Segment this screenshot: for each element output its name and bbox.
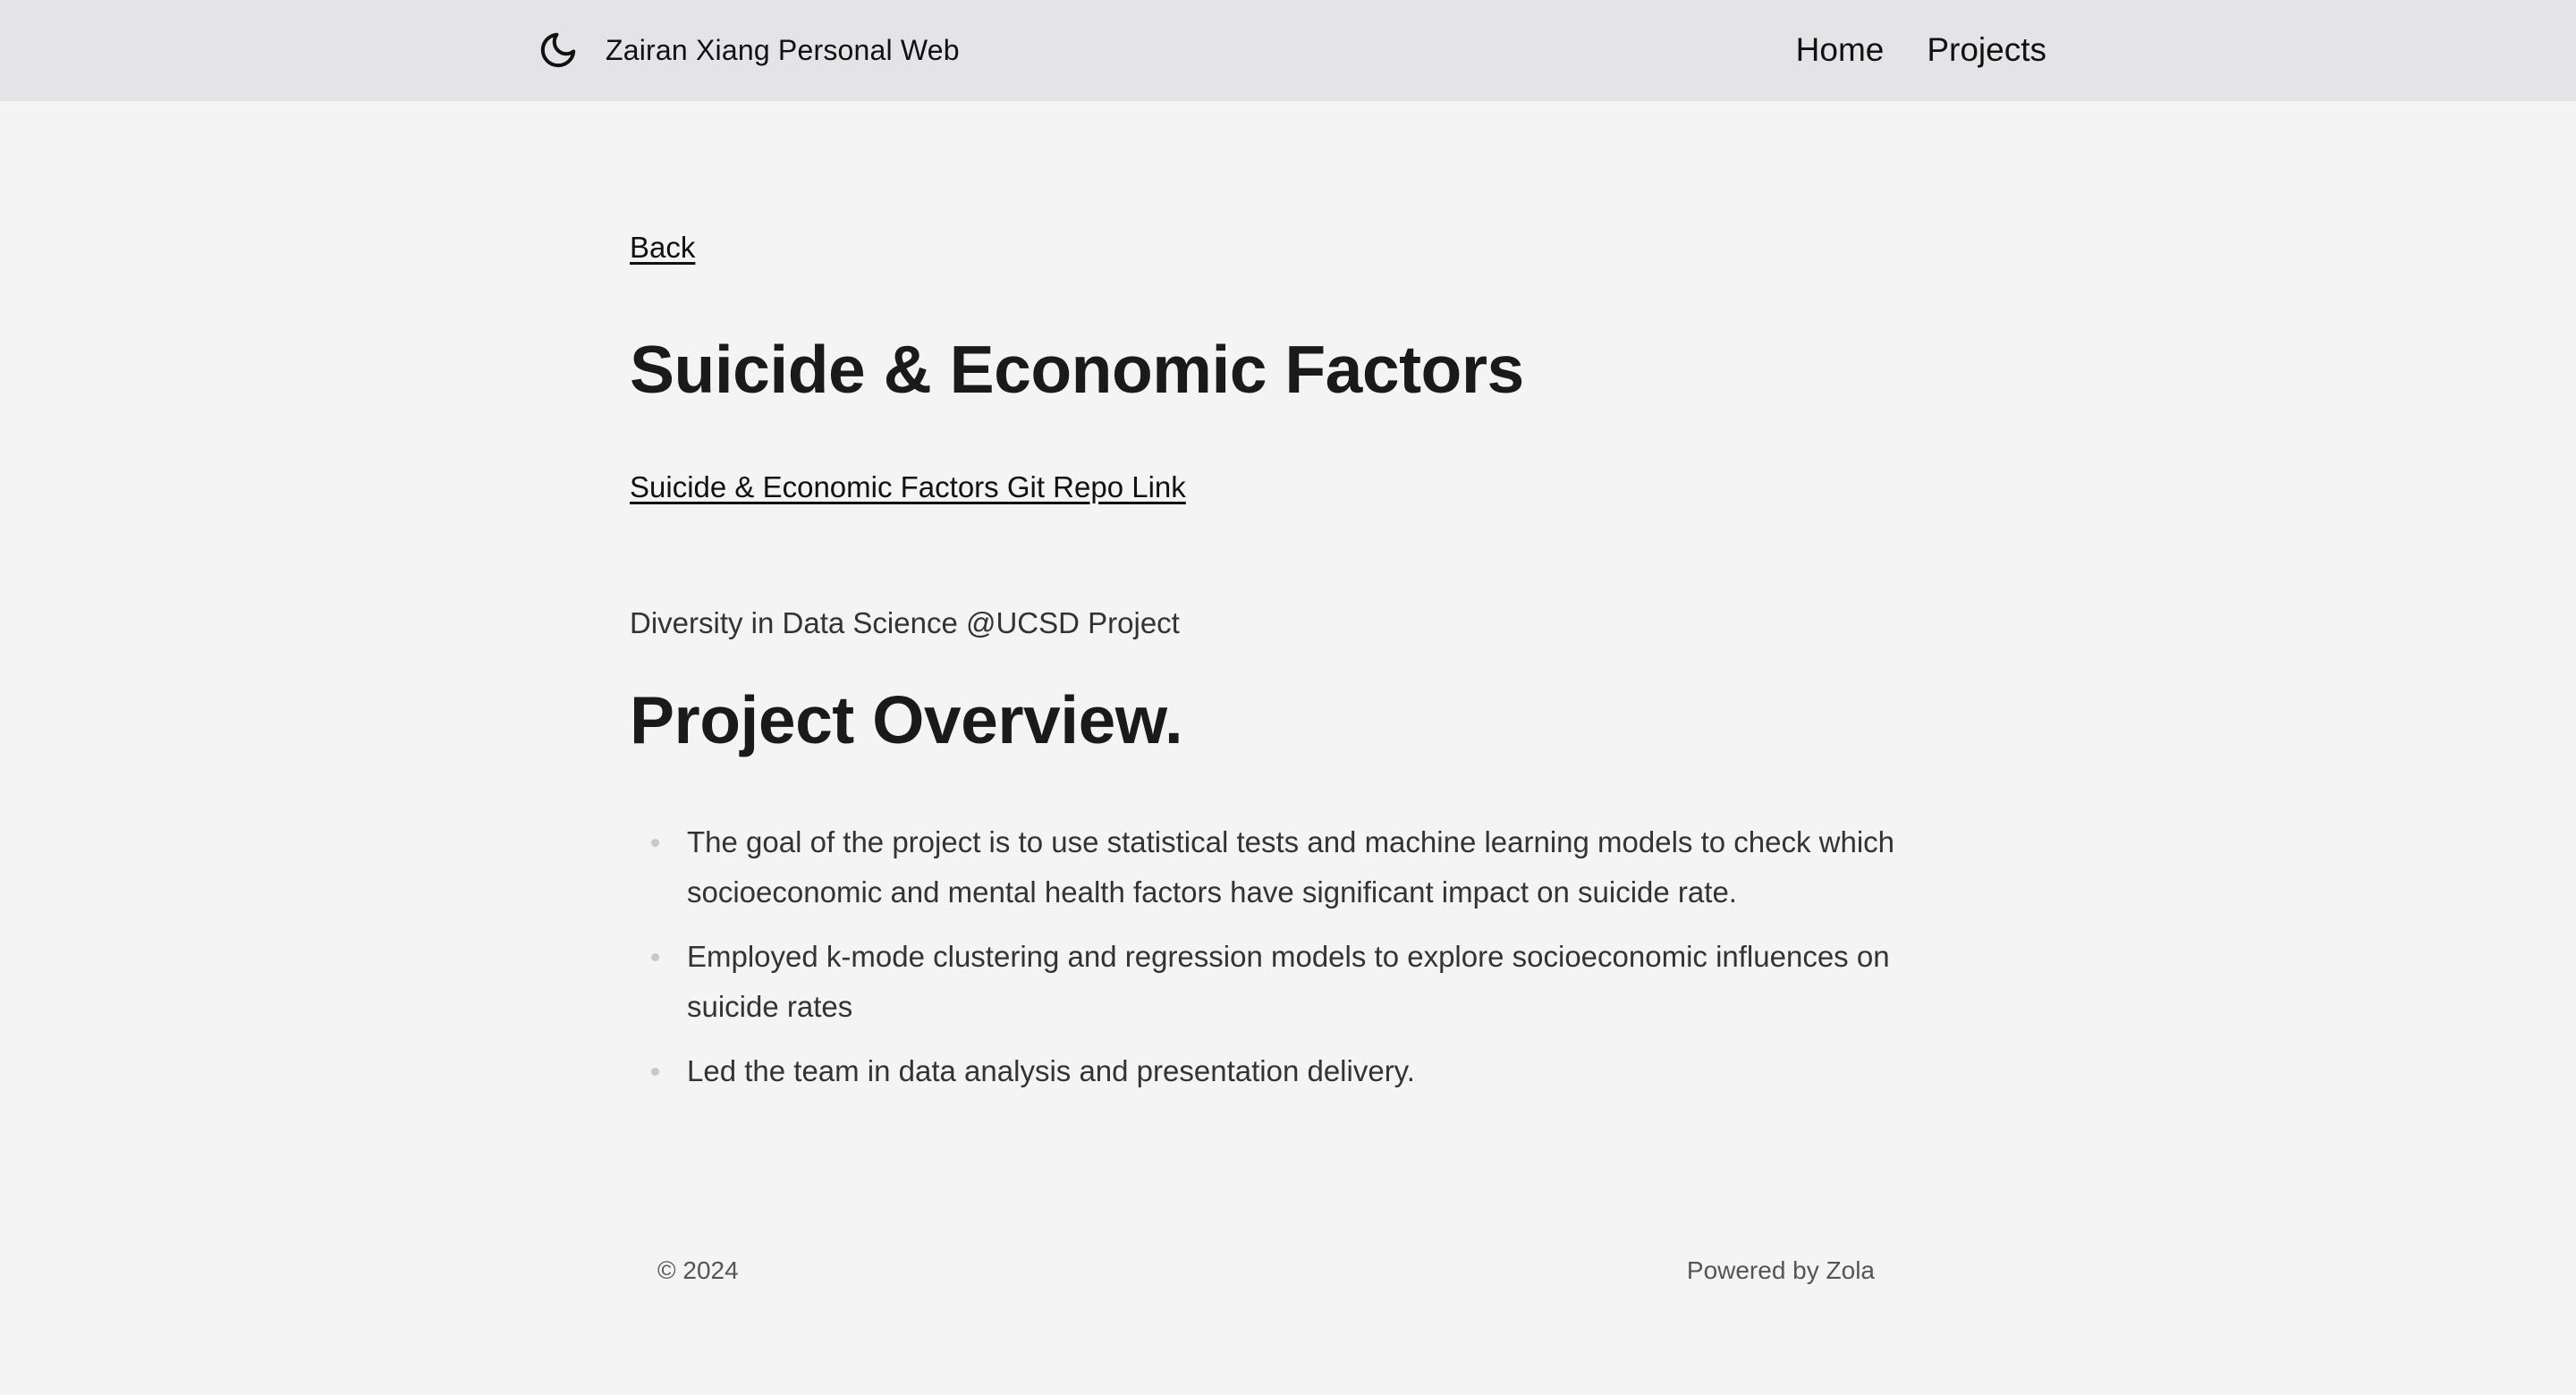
bullet-dot: [651, 1068, 659, 1076]
list-item-text: The goal of the project is to use statis…: [687, 825, 1895, 909]
moon-icon[interactable]: [537, 29, 580, 72]
copyright-text: © 2024: [657, 1256, 739, 1284]
section-heading: Project Overview.: [630, 682, 1183, 757]
list-item: Employed k-mode clustering and regressio…: [630, 932, 1927, 1032]
list-item: Led the team in data analysis and presen…: [630, 1046, 1927, 1096]
site-name[interactable]: Zairan Xiang Personal Web: [606, 34, 960, 67]
bullet-dot: [651, 839, 659, 847]
powered-by-text: Powered by Zola: [1686, 1256, 1875, 1284]
git-repo-link[interactable]: Suicide & Economic Factors Git Repo Link: [630, 470, 1186, 504]
back-link[interactable]: Back: [630, 231, 695, 265]
overview-list: The goal of the project is to use statis…: [630, 817, 1927, 1111]
list-item-text: Led the team in data analysis and presen…: [687, 1054, 1415, 1087]
nav-home-link[interactable]: Home: [1796, 31, 1885, 69]
top-navigation-bar: Zairan Xiang Personal Web Home Projects: [0, 0, 2576, 101]
list-item-text: Employed k-mode clustering and regressio…: [687, 940, 1890, 1023]
main-nav: Home Projects: [1753, 25, 2046, 75]
project-subtitle: Diversity in Data Science @UCSD Project: [630, 606, 1180, 639]
nav-projects-link[interactable]: Projects: [1927, 31, 2046, 69]
page-title: Suicide & Economic Factors: [630, 332, 1524, 407]
list-item: The goal of the project is to use statis…: [630, 817, 1927, 917]
bullet-dot: [651, 953, 659, 961]
brand: Zairan Xiang Personal Web: [537, 25, 960, 75]
